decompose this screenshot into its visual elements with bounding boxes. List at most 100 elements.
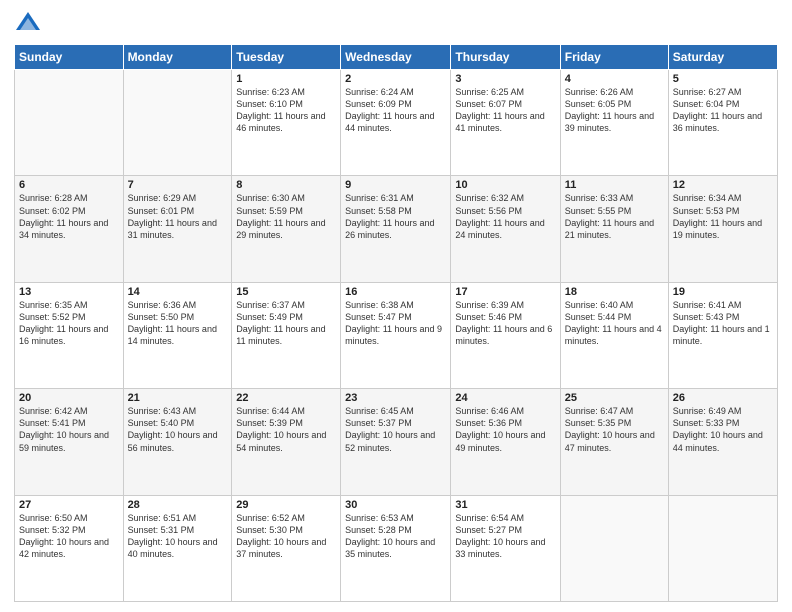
day-number: 7 <box>128 179 228 191</box>
calendar-cell <box>15 70 124 176</box>
calendar-week-row: 13Sunrise: 6:35 AM Sunset: 5:52 PM Dayli… <box>15 282 778 388</box>
day-number: 20 <box>19 392 119 404</box>
calendar-cell: 25Sunrise: 6:47 AM Sunset: 5:35 PM Dayli… <box>560 389 668 495</box>
calendar-cell: 2Sunrise: 6:24 AM Sunset: 6:09 PM Daylig… <box>341 70 451 176</box>
day-number: 6 <box>19 179 119 191</box>
calendar-cell: 14Sunrise: 6:36 AM Sunset: 5:50 PM Dayli… <box>123 282 232 388</box>
day-info: Sunrise: 6:42 AM Sunset: 5:41 PM Dayligh… <box>19 405 119 454</box>
day-info: Sunrise: 6:38 AM Sunset: 5:47 PM Dayligh… <box>345 299 446 348</box>
calendar-header-wednesday: Wednesday <box>341 45 451 70</box>
calendar-cell: 12Sunrise: 6:34 AM Sunset: 5:53 PM Dayli… <box>668 176 777 282</box>
day-number: 30 <box>345 499 446 511</box>
day-number: 18 <box>565 286 664 298</box>
day-number: 13 <box>19 286 119 298</box>
day-number: 14 <box>128 286 228 298</box>
calendar-cell <box>668 495 777 601</box>
day-number: 8 <box>236 179 336 191</box>
day-info: Sunrise: 6:41 AM Sunset: 5:43 PM Dayligh… <box>673 299 773 348</box>
day-number: 23 <box>345 392 446 404</box>
day-number: 11 <box>565 179 664 191</box>
day-info: Sunrise: 6:39 AM Sunset: 5:46 PM Dayligh… <box>455 299 555 348</box>
calendar-header-sunday: Sunday <box>15 45 124 70</box>
calendar-header-thursday: Thursday <box>451 45 560 70</box>
calendar-cell: 18Sunrise: 6:40 AM Sunset: 5:44 PM Dayli… <box>560 282 668 388</box>
day-info: Sunrise: 6:23 AM Sunset: 6:10 PM Dayligh… <box>236 86 336 135</box>
day-info: Sunrise: 6:29 AM Sunset: 6:01 PM Dayligh… <box>128 192 228 241</box>
day-number: 31 <box>455 499 555 511</box>
calendar-cell: 4Sunrise: 6:26 AM Sunset: 6:05 PM Daylig… <box>560 70 668 176</box>
calendar-cell: 29Sunrise: 6:52 AM Sunset: 5:30 PM Dayli… <box>232 495 341 601</box>
day-info: Sunrise: 6:28 AM Sunset: 6:02 PM Dayligh… <box>19 192 119 241</box>
day-number: 5 <box>673 73 773 85</box>
calendar-cell: 22Sunrise: 6:44 AM Sunset: 5:39 PM Dayli… <box>232 389 341 495</box>
calendar-header-monday: Monday <box>123 45 232 70</box>
calendar-cell: 17Sunrise: 6:39 AM Sunset: 5:46 PM Dayli… <box>451 282 560 388</box>
calendar-cell: 9Sunrise: 6:31 AM Sunset: 5:58 PM Daylig… <box>341 176 451 282</box>
day-number: 17 <box>455 286 555 298</box>
day-number: 28 <box>128 499 228 511</box>
day-info: Sunrise: 6:25 AM Sunset: 6:07 PM Dayligh… <box>455 86 555 135</box>
calendar-week-row: 27Sunrise: 6:50 AM Sunset: 5:32 PM Dayli… <box>15 495 778 601</box>
day-info: Sunrise: 6:31 AM Sunset: 5:58 PM Dayligh… <box>345 192 446 241</box>
calendar-cell: 24Sunrise: 6:46 AM Sunset: 5:36 PM Dayli… <box>451 389 560 495</box>
calendar-cell: 21Sunrise: 6:43 AM Sunset: 5:40 PM Dayli… <box>123 389 232 495</box>
day-number: 25 <box>565 392 664 404</box>
calendar-cell: 5Sunrise: 6:27 AM Sunset: 6:04 PM Daylig… <box>668 70 777 176</box>
calendar-cell: 28Sunrise: 6:51 AM Sunset: 5:31 PM Dayli… <box>123 495 232 601</box>
day-info: Sunrise: 6:49 AM Sunset: 5:33 PM Dayligh… <box>673 405 773 454</box>
day-info: Sunrise: 6:35 AM Sunset: 5:52 PM Dayligh… <box>19 299 119 348</box>
calendar-table: SundayMondayTuesdayWednesdayThursdayFrid… <box>14 44 778 602</box>
day-number: 2 <box>345 73 446 85</box>
header <box>14 10 778 38</box>
calendar-cell: 8Sunrise: 6:30 AM Sunset: 5:59 PM Daylig… <box>232 176 341 282</box>
calendar-cell: 7Sunrise: 6:29 AM Sunset: 6:01 PM Daylig… <box>123 176 232 282</box>
calendar-cell: 3Sunrise: 6:25 AM Sunset: 6:07 PM Daylig… <box>451 70 560 176</box>
calendar-cell: 6Sunrise: 6:28 AM Sunset: 6:02 PM Daylig… <box>15 176 124 282</box>
day-info: Sunrise: 6:47 AM Sunset: 5:35 PM Dayligh… <box>565 405 664 454</box>
day-number: 4 <box>565 73 664 85</box>
calendar-cell: 10Sunrise: 6:32 AM Sunset: 5:56 PM Dayli… <box>451 176 560 282</box>
calendar-cell: 11Sunrise: 6:33 AM Sunset: 5:55 PM Dayli… <box>560 176 668 282</box>
day-number: 26 <box>673 392 773 404</box>
day-info: Sunrise: 6:30 AM Sunset: 5:59 PM Dayligh… <box>236 192 336 241</box>
logo <box>14 10 44 38</box>
calendar-header-saturday: Saturday <box>668 45 777 70</box>
calendar-cell: 15Sunrise: 6:37 AM Sunset: 5:49 PM Dayli… <box>232 282 341 388</box>
logo-icon <box>14 10 42 38</box>
calendar-cell <box>123 70 232 176</box>
day-info: Sunrise: 6:54 AM Sunset: 5:27 PM Dayligh… <box>455 512 555 561</box>
calendar-cell: 27Sunrise: 6:50 AM Sunset: 5:32 PM Dayli… <box>15 495 124 601</box>
day-info: Sunrise: 6:52 AM Sunset: 5:30 PM Dayligh… <box>236 512 336 561</box>
day-info: Sunrise: 6:37 AM Sunset: 5:49 PM Dayligh… <box>236 299 336 348</box>
day-number: 19 <box>673 286 773 298</box>
day-info: Sunrise: 6:26 AM Sunset: 6:05 PM Dayligh… <box>565 86 664 135</box>
calendar-cell: 1Sunrise: 6:23 AM Sunset: 6:10 PM Daylig… <box>232 70 341 176</box>
day-info: Sunrise: 6:36 AM Sunset: 5:50 PM Dayligh… <box>128 299 228 348</box>
calendar-week-row: 20Sunrise: 6:42 AM Sunset: 5:41 PM Dayli… <box>15 389 778 495</box>
day-info: Sunrise: 6:24 AM Sunset: 6:09 PM Dayligh… <box>345 86 446 135</box>
calendar-header-row: SundayMondayTuesdayWednesdayThursdayFrid… <box>15 45 778 70</box>
page: SundayMondayTuesdayWednesdayThursdayFrid… <box>0 0 792 612</box>
day-number: 27 <box>19 499 119 511</box>
day-info: Sunrise: 6:44 AM Sunset: 5:39 PM Dayligh… <box>236 405 336 454</box>
day-info: Sunrise: 6:40 AM Sunset: 5:44 PM Dayligh… <box>565 299 664 348</box>
day-number: 3 <box>455 73 555 85</box>
day-number: 21 <box>128 392 228 404</box>
day-info: Sunrise: 6:53 AM Sunset: 5:28 PM Dayligh… <box>345 512 446 561</box>
day-number: 22 <box>236 392 336 404</box>
day-info: Sunrise: 6:32 AM Sunset: 5:56 PM Dayligh… <box>455 192 555 241</box>
day-number: 10 <box>455 179 555 191</box>
calendar-cell: 16Sunrise: 6:38 AM Sunset: 5:47 PM Dayli… <box>341 282 451 388</box>
day-info: Sunrise: 6:27 AM Sunset: 6:04 PM Dayligh… <box>673 86 773 135</box>
calendar-cell: 23Sunrise: 6:45 AM Sunset: 5:37 PM Dayli… <box>341 389 451 495</box>
day-info: Sunrise: 6:51 AM Sunset: 5:31 PM Dayligh… <box>128 512 228 561</box>
day-number: 9 <box>345 179 446 191</box>
day-info: Sunrise: 6:33 AM Sunset: 5:55 PM Dayligh… <box>565 192 664 241</box>
calendar-cell: 13Sunrise: 6:35 AM Sunset: 5:52 PM Dayli… <box>15 282 124 388</box>
day-number: 24 <box>455 392 555 404</box>
day-number: 1 <box>236 73 336 85</box>
day-info: Sunrise: 6:43 AM Sunset: 5:40 PM Dayligh… <box>128 405 228 454</box>
day-info: Sunrise: 6:34 AM Sunset: 5:53 PM Dayligh… <box>673 192 773 241</box>
calendar-cell: 26Sunrise: 6:49 AM Sunset: 5:33 PM Dayli… <box>668 389 777 495</box>
calendar-header-tuesday: Tuesday <box>232 45 341 70</box>
